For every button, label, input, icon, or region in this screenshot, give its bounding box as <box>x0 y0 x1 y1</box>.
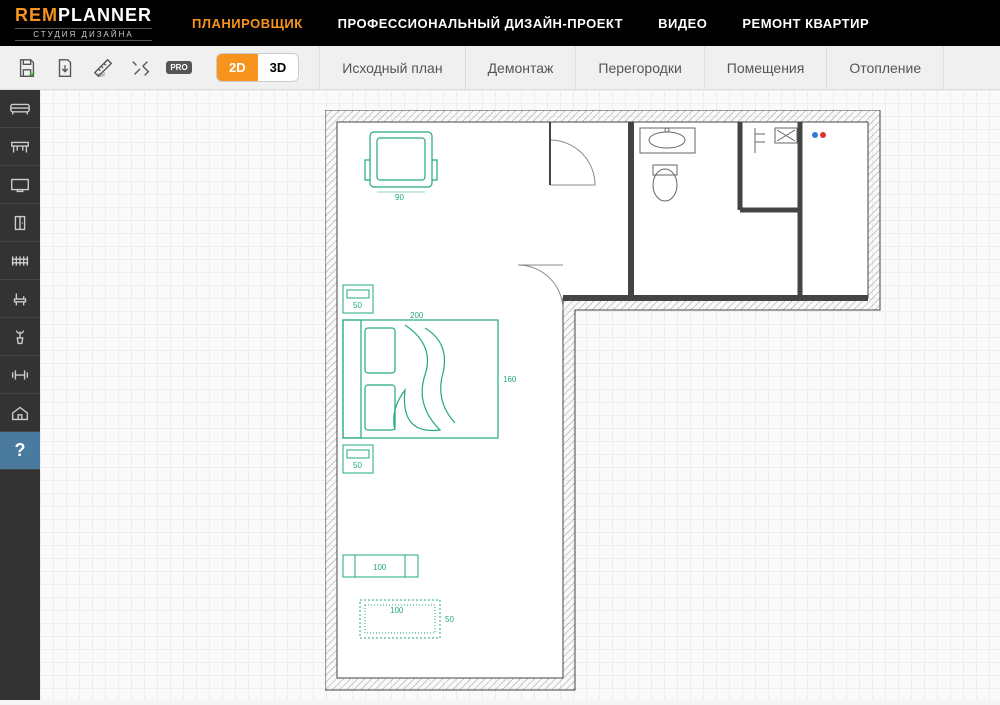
view-2d-button[interactable]: 2D <box>217 54 258 81</box>
toolbar: m² PRO 2D 3D Исходный план Демонтаж Пере… <box>0 46 1000 90</box>
main-nav: ПЛАНИРОВЩИК ПРОФЕССИОНАЛЬНЫЙ ДИЗАЙН-ПРОЕ… <box>192 16 869 31</box>
document-arrow-icon <box>54 57 76 79</box>
sidebar-house[interactable] <box>0 394 40 432</box>
sidebar-radiator[interactable] <box>0 242 40 280</box>
floorplan[interactable]: 90 50 200 160 50 <box>325 110 885 705</box>
dim-nightstand-2: 50 <box>353 461 362 470</box>
sofa-icon <box>9 100 31 118</box>
sidebar-chair[interactable] <box>0 280 40 318</box>
dim-nightstand-1: 50 <box>353 301 362 310</box>
door-icon <box>9 214 31 232</box>
tab-source-plan[interactable]: Исходный план <box>319 46 465 89</box>
sidebar-gym[interactable] <box>0 356 40 394</box>
radiator-icon <box>9 252 31 270</box>
main-header: REMPLANNER СТУДИЯ ДИЗАЙНА ПЛАНИРОВЩИК ПР… <box>0 0 1000 46</box>
dim-rug-w: 100 <box>390 606 404 615</box>
dim-chair: 90 <box>395 193 404 202</box>
monitor-icon <box>9 176 31 194</box>
nav-planner[interactable]: ПЛАНИРОВЩИК <box>192 16 303 31</box>
tab-rooms[interactable]: Помещения <box>705 46 828 89</box>
export-button[interactable] <box>48 51 82 85</box>
dim-shelf-w: 100 <box>373 563 387 572</box>
dim-rug-h: 50 <box>445 615 454 624</box>
tab-demolition[interactable]: Демонтаж <box>466 46 577 89</box>
dim-bed-h: 160 <box>503 375 517 384</box>
sidebar-plant[interactable] <box>0 318 40 356</box>
nav-renovation[interactable]: РЕМОНТ КВАРТИР <box>742 16 869 31</box>
plan-tabs: Исходный план Демонтаж Перегородки Помещ… <box>319 46 944 89</box>
plant-icon <box>9 328 31 346</box>
tools-button[interactable] <box>124 51 158 85</box>
logo[interactable]: REMPLANNER СТУДИЯ ДИЗАЙНА <box>15 5 152 41</box>
object-sidebar: ? <box>0 90 40 700</box>
sidebar-door[interactable] <box>0 204 40 242</box>
chair-icon <box>9 290 31 308</box>
dumbbell-icon <box>9 366 31 384</box>
sidebar-table[interactable] <box>0 128 40 166</box>
sidebar-help[interactable]: ? <box>0 432 40 470</box>
save-button[interactable] <box>10 51 44 85</box>
tools-icon <box>130 57 152 79</box>
nav-design-project[interactable]: ПРОФЕССИОНАЛЬНЫЙ ДИЗАЙН-ПРОЕКТ <box>338 16 623 31</box>
view-3d-button[interactable]: 3D <box>258 54 299 81</box>
ruler-icon: m² <box>92 57 114 79</box>
measure-button[interactable]: m² <box>86 51 120 85</box>
tab-partitions[interactable]: Перегородки <box>576 46 704 89</box>
dim-bed-w: 200 <box>410 311 424 320</box>
house-icon <box>9 404 31 422</box>
view-toggle: 2D 3D <box>216 53 299 82</box>
tab-heating[interactable]: Отопление <box>827 46 944 89</box>
table-icon <box>9 138 31 156</box>
nav-video[interactable]: ВИДЕО <box>658 16 707 31</box>
sidebar-sofa[interactable] <box>0 90 40 128</box>
canvas-area[interactable]: 90 50 200 160 50 <box>40 90 1000 700</box>
pro-badge-icon: PRO <box>166 61 191 74</box>
svg-text:m²: m² <box>98 72 106 79</box>
pro-button[interactable]: PRO <box>162 51 196 85</box>
save-icon <box>16 57 38 79</box>
sidebar-tv[interactable] <box>0 166 40 204</box>
